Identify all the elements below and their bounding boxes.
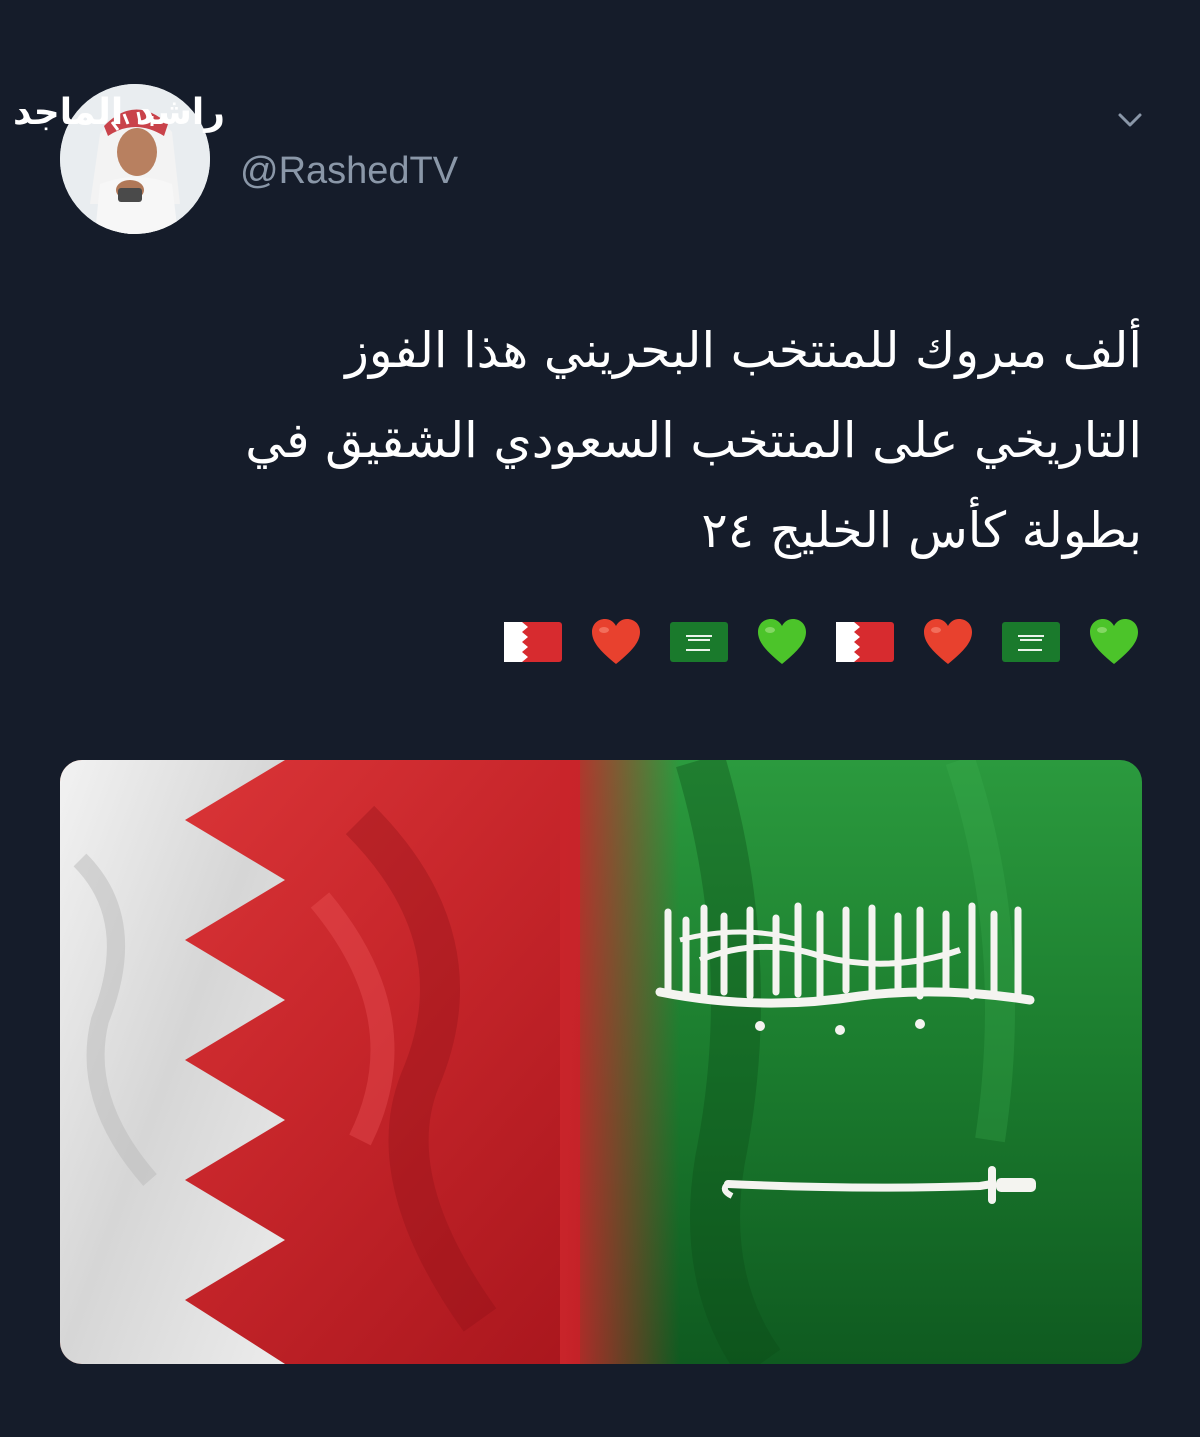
bahrain-flag-icon [836,622,894,662]
verified-badge-icon [0,93,1,133]
author-handle[interactable]: @RashedTV [240,150,458,193]
red-heart-icon [592,619,640,664]
green-heart-icon [758,619,806,664]
red-heart-icon [924,619,972,664]
bahrain-flag-icon [504,622,562,662]
tweet-media-image[interactable] [60,760,1142,1364]
saudi-flag-icon [670,622,728,662]
author-name-row[interactable]: راشد الماجد [0,92,225,133]
tweet-text-line: ألف مبروك للمنتخب البحريني هذا الفوز [345,322,1142,379]
tweet-card: راشد الماجد @RashedTV ألف مبروك للمنتخب … [0,0,1200,1437]
author-display-name: راشد الماجد [12,92,225,133]
saudi-flag-icon [1002,622,1060,662]
tweet-text: ألف مبروك للمنتخب البحريني هذا الفوز الت… [42,306,1142,576]
tweet-text-line: التاريخي على المنتخب السعودي الشقيق في [245,412,1142,469]
green-heart-icon [1090,619,1138,664]
tweet-text-line: بطولة كأس الخليج ٢٤ [701,502,1142,559]
emoji-row [504,612,1140,672]
chevron-down-icon[interactable] [1112,102,1148,138]
